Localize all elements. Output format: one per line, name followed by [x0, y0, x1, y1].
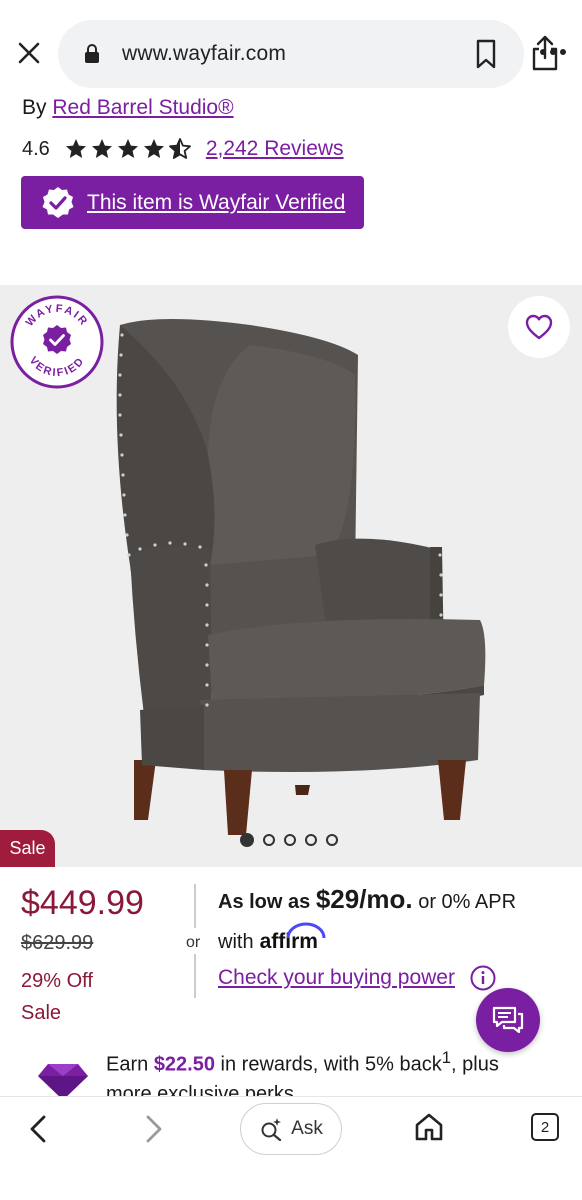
rating-value: 4.6	[22, 137, 50, 160]
brand-link[interactable]: Red Barrel Studio®	[52, 96, 233, 119]
affirm-arc-icon	[286, 922, 326, 939]
chevron-left-icon[interactable]	[24, 1113, 52, 1145]
check-buying-power-link[interactable]: Check your buying power	[218, 966, 455, 990]
rewards-gem-icon	[38, 1064, 88, 1100]
financing-line: As low as $29/mo. or 0% APR	[218, 884, 516, 915]
sale-price: $449.99	[21, 884, 144, 922]
or-label: or	[186, 934, 201, 951]
carousel-dot-4[interactable]	[305, 834, 317, 846]
rewards-earn: Earn	[106, 1053, 149, 1076]
verified-badge-icon	[42, 186, 74, 218]
carousel-dots	[240, 833, 347, 847]
url-text: www.wayfair.com	[122, 42, 287, 65]
rewards-middle: in rewards, with 5% back	[220, 1053, 442, 1076]
more-icon[interactable]	[538, 40, 568, 64]
percent-off: 29% Off	[21, 970, 93, 992]
ask-button[interactable]: Ask	[240, 1103, 342, 1155]
verified-banner-text: This item is Wayfair Verified	[87, 190, 346, 214]
close-icon	[18, 42, 40, 64]
financing-monthly: $29/mo.	[315, 884, 413, 914]
product-image-carousel[interactable]: WAYFAIR VERIFIED Sale	[0, 285, 582, 867]
brand-byline: By Red Barrel Studio®	[22, 96, 234, 120]
bookmark-icon[interactable]	[472, 38, 500, 70]
sale-label: Sale	[21, 1002, 62, 1024]
financing-suffix: or 0% APR	[418, 891, 517, 913]
heart-icon	[525, 314, 553, 340]
price-divider-top	[194, 884, 196, 928]
financing-prefix: As low as	[218, 891, 311, 913]
star-icon	[91, 139, 112, 158]
affirm-line: with affirm	[218, 922, 326, 954]
wayfair-verified-stamp-icon: WAYFAIR VERIFIED	[10, 295, 104, 389]
info-icon[interactable]	[470, 965, 496, 991]
rewards-footnote: 1	[441, 1048, 452, 1067]
reviews-link[interactable]: 2,242 Reviews	[206, 137, 344, 161]
chat-icon	[492, 1006, 524, 1034]
rating-row: 4.6 2,242 Reviews	[22, 134, 344, 164]
star-icon	[65, 139, 86, 158]
sale-tag: Sale	[0, 830, 55, 867]
affirm-logo: affirm	[260, 922, 326, 954]
half-star-icon	[168, 138, 191, 159]
browser-top-bar: www.wayfair.com	[0, 0, 582, 92]
with-label: with	[218, 931, 254, 953]
star-icon	[143, 139, 164, 158]
favorite-button[interactable]	[508, 296, 570, 358]
chevron-right-icon[interactable]	[140, 1113, 168, 1145]
chat-button[interactable]	[476, 988, 540, 1052]
home-icon[interactable]	[413, 1111, 445, 1143]
lock-icon	[85, 44, 99, 63]
carousel-dot-5[interactable]	[326, 834, 338, 846]
browser-bottom-bar: Ask 2	[0, 1096, 582, 1200]
rewards-text: Earn $22.50 in rewards, with 5% back1, p…	[106, 1046, 536, 1096]
tabs-button[interactable]: 2	[531, 1113, 559, 1141]
ask-label: Ask	[291, 1118, 323, 1139]
close-button[interactable]	[14, 38, 44, 68]
rewards-amount: $22.50	[153, 1053, 215, 1076]
tab-count: 2	[540, 1118, 550, 1136]
by-prefix: By	[22, 96, 47, 119]
price-divider-bottom	[194, 954, 196, 998]
wayfair-verified-banner[interactable]: This item is Wayfair Verified	[21, 176, 364, 229]
sparkle-search-icon	[261, 1118, 282, 1141]
carousel-dot-2[interactable]	[263, 834, 275, 846]
carousel-dot-1[interactable]	[240, 833, 254, 847]
star-icon	[117, 139, 138, 158]
carousel-dot-3[interactable]	[284, 834, 296, 846]
address-bar[interactable]: www.wayfair.com	[58, 20, 558, 88]
product-photo-wingback-chair	[116, 319, 486, 835]
original-price: $629.99	[21, 932, 94, 954]
star-rating	[64, 137, 194, 161]
